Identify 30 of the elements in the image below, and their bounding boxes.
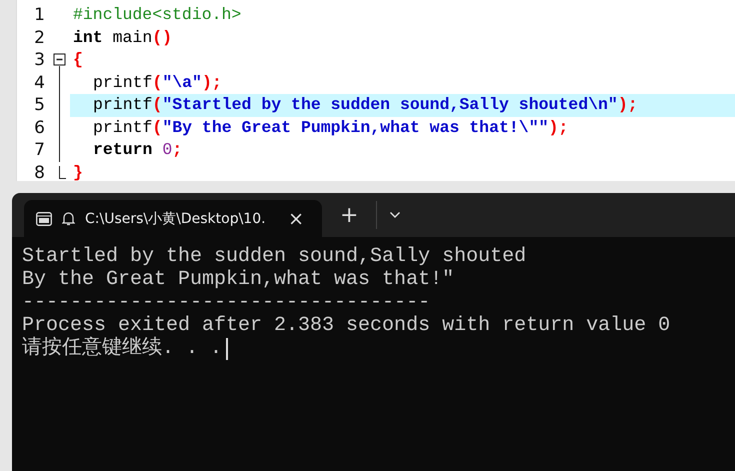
console-output-line: 请按任意键继续. . .	[22, 337, 222, 360]
line-number: 1	[33, 5, 46, 26]
line-number: 7	[33, 140, 46, 160]
bell-icon	[62, 211, 75, 226]
tab-title: C:\Users\小黄\Desktop\10.	[85, 210, 267, 228]
new-tab-button[interactable]: +	[336, 202, 362, 228]
line-number: 2	[33, 28, 46, 48]
code-line: printf("\a");	[92, 72, 223, 94]
console-output-line: Process exited after 2.383 seconds with return value 0	[22, 314, 670, 337]
code-line: printf("By the Great Pumpkin,what was that!\"");	[92, 116, 570, 138]
fold-end-line	[58, 166, 66, 180]
chevron-down-icon[interactable]	[389, 211, 402, 219]
line-number: 3	[33, 50, 46, 70]
line-number: 6	[33, 118, 46, 138]
line-number: 4	[33, 72, 46, 93]
code-line: #include<stdio.h>	[72, 4, 242, 26]
code-line: int main()	[72, 26, 174, 48]
console-output-line: Startled by the sudden sound,Sally shouted	[22, 245, 526, 268]
console-output-line: ----------------------------------	[22, 291, 430, 314]
close-tab-button[interactable]: ×	[282, 208, 310, 230]
code-line: return 0;	[92, 139, 184, 161]
terminal-tab[interactable]: C:\Users\小黄\Desktop\10. ×	[24, 200, 322, 237]
code-line: {	[72, 49, 84, 71]
text-cursor	[226, 338, 228, 360]
collapse-icon[interactable]	[52, 53, 66, 66]
console-icon	[36, 212, 52, 226]
console-output-line: By the Great Pumpkin,what was that!"	[22, 268, 454, 291]
line-number: 8	[33, 162, 46, 183]
code-line: }	[72, 162, 84, 184]
line-number: 5	[33, 95, 46, 116]
